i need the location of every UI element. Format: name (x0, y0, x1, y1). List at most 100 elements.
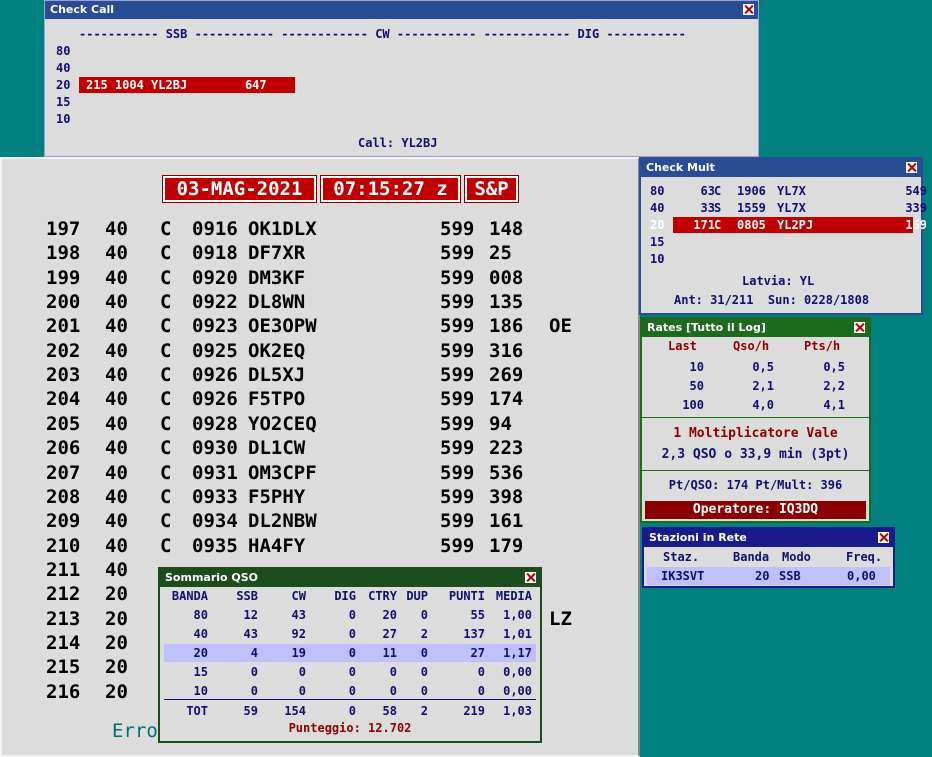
log-nr: 197 (46, 218, 81, 240)
log-nr: 206 (46, 437, 81, 460)
network-titlebar[interactable]: Stazioni in Rete (644, 529, 893, 547)
log-rst: 599 (440, 461, 475, 484)
mult-row[interactable]: 10 (641, 251, 921, 267)
log-time: 0916 (192, 218, 238, 240)
log-nr: 198 (46, 242, 81, 265)
log-band: 20 (105, 583, 128, 606)
log-time: 0926 (192, 388, 238, 411)
log-rcvd: 223 (489, 437, 524, 460)
summary-cell-media: 1,17 (503, 646, 532, 660)
summary-total-media: 1,03 (503, 704, 532, 718)
rate-last: 50 (689, 379, 704, 393)
log-row[interactable]: 201 40 C 0923 OE3OPW 599 186 OE (46, 314, 606, 338)
log-rcvd: 179 (489, 534, 524, 557)
log-row[interactable]: 198 40 C 0918 DF7XR 599 25 (46, 241, 606, 265)
log-row[interactable]: 208 40 C 0933 F5PHY 599 398 (46, 485, 606, 509)
log-nr: 207 (46, 461, 81, 484)
log-row[interactable]: 207 40 C 0931 OM3CPF 599 536 (46, 461, 606, 485)
log-rcvd: 398 (489, 485, 524, 508)
log-rst: 599 (440, 315, 475, 338)
log-band: 40 (105, 291, 128, 314)
band-label-20: 20 (56, 78, 71, 92)
log-nr: 213 (46, 607, 81, 630)
log-row[interactable]: 199 40 C 0920 DM3KF 599 008 (46, 266, 606, 290)
rate-last: 10 (689, 360, 704, 374)
summary-cell-media: 0,00 (503, 665, 532, 679)
log-mode: C (160, 218, 172, 240)
mult-rcvd: 339 (905, 201, 927, 215)
log-rst: 599 (440, 291, 475, 314)
log-nr: 216 (46, 680, 81, 703)
log-rst: 599 (440, 339, 475, 362)
log-nr: 212 (46, 583, 81, 606)
log-band: 40 (105, 218, 128, 240)
log-row[interactable]: 205 40 C 0928 YO2CEQ 599 94 (46, 412, 606, 436)
summary-titlebar[interactable]: Sommario QSO (160, 569, 540, 587)
log-row[interactable]: 206 40 C 0930 DL1CW 599 223 (46, 436, 606, 460)
mult-call: YL7X (777, 184, 806, 198)
rates-titlebar[interactable]: Rates [Tutto il Log] (642, 319, 869, 337)
mult-row[interactable]: 20 171 C 0805 YL2PJ 169 (650, 217, 927, 233)
mult-time: 1906 (737, 184, 766, 198)
summary-row[interactable]: 20 4 19 0 11 0 27 1,17 (164, 644, 536, 662)
band-label-10: 10 (56, 112, 71, 126)
check-call-hit[interactable]: 215 1004 YL2BJ 647 (79, 77, 295, 93)
close-icon[interactable] (906, 162, 917, 173)
log-row[interactable]: 210 40 C 0935 HA4FY 599 179 (46, 534, 606, 558)
summary-row[interactable]: 80 12 43 0 20 0 55 1,00 (164, 606, 536, 624)
summary-total-dup: 2 (420, 704, 428, 718)
log-band: 40 (105, 266, 128, 289)
mult-call: YL7X (777, 201, 806, 215)
score-label: Punteggio: 12.702 (288, 721, 412, 735)
log-call: DL8WN (248, 291, 306, 314)
log-mode: C (160, 461, 172, 484)
mode-display[interactable]: S&P (464, 175, 519, 203)
log-row[interactable]: 204 40 C 0926 F5TPO 599 174 (46, 387, 606, 411)
summary-row[interactable]: 10 0 0 0 0 0 0 0,00 (164, 682, 536, 700)
log-mode: C (160, 266, 172, 289)
rate-ptsh: 0,5 (823, 360, 845, 374)
band-label-40: 40 (56, 61, 71, 75)
mult-row[interactable]: 80 63 C 1906 YL7X 549 (641, 183, 927, 199)
log-rst: 599 (440, 510, 475, 533)
mult-row[interactable]: 40 33 S 1559 YL7X 339 (641, 200, 927, 216)
log-mode: C (160, 364, 172, 387)
log-nr: 209 (46, 510, 81, 533)
ant-sun-label: Ant: 31/211 Sun: 0228/1808 (674, 293, 870, 307)
summary-row[interactable]: 40 43 92 0 27 2 137 1,01 (164, 625, 536, 643)
mult-band: 15 (650, 235, 665, 249)
network-row[interactable]: IK3SVT 20 SSB 0,00 (647, 567, 890, 585)
check-mult-titlebar[interactable]: Check Mult (641, 159, 921, 177)
summary-cell-dup: 0 (420, 646, 428, 660)
log-time: 0926 (192, 364, 238, 387)
close-icon[interactable] (743, 4, 754, 15)
log-rcvd: 135 (489, 291, 524, 314)
summary-header-dup: DUP (406, 589, 428, 603)
log-nr: 205 (46, 412, 81, 435)
summary-row[interactable]: 15 0 0 0 0 0 0 0,00 (164, 663, 536, 681)
close-icon[interactable] (854, 322, 865, 333)
log-row[interactable]: 200 40 C 0922 DL8WN 599 135 (46, 290, 606, 314)
log-call: HA4FY (248, 534, 306, 557)
check-call-titlebar[interactable]: Check Call (45, 1, 758, 19)
log-rst: 599 (440, 437, 475, 460)
mult-band: 10 (650, 252, 665, 266)
check-call-header: ----------- SSB ----------- ------------… (79, 27, 686, 41)
log-time: 0920 (192, 266, 238, 289)
log-time: 0931 (192, 461, 238, 484)
log-mode: C (160, 339, 172, 362)
log-row[interactable]: 209 40 C 0934 DL2NBW 599 161 (46, 509, 606, 533)
log-band: 40 (105, 437, 128, 460)
close-icon[interactable] (878, 532, 889, 543)
mult-rcvd: 549 (905, 184, 927, 198)
log-row[interactable]: 202 40 C 0925 OK2EQ 599 316 (46, 339, 606, 363)
close-icon[interactable] (525, 572, 536, 583)
log-nr: 203 (46, 364, 81, 387)
log-band: 20 (105, 631, 128, 654)
log-row[interactable]: 197 40 C 0916 OK1DLX 599 148 (46, 217, 606, 241)
log-band: 20 (105, 680, 128, 703)
network-mode: SSB (779, 569, 801, 583)
mult-row[interactable]: 15 (641, 234, 921, 250)
summary-cell-dup: 0 (420, 608, 428, 622)
log-row[interactable]: 203 40 C 0926 DL5XJ 599 269 (46, 363, 606, 387)
